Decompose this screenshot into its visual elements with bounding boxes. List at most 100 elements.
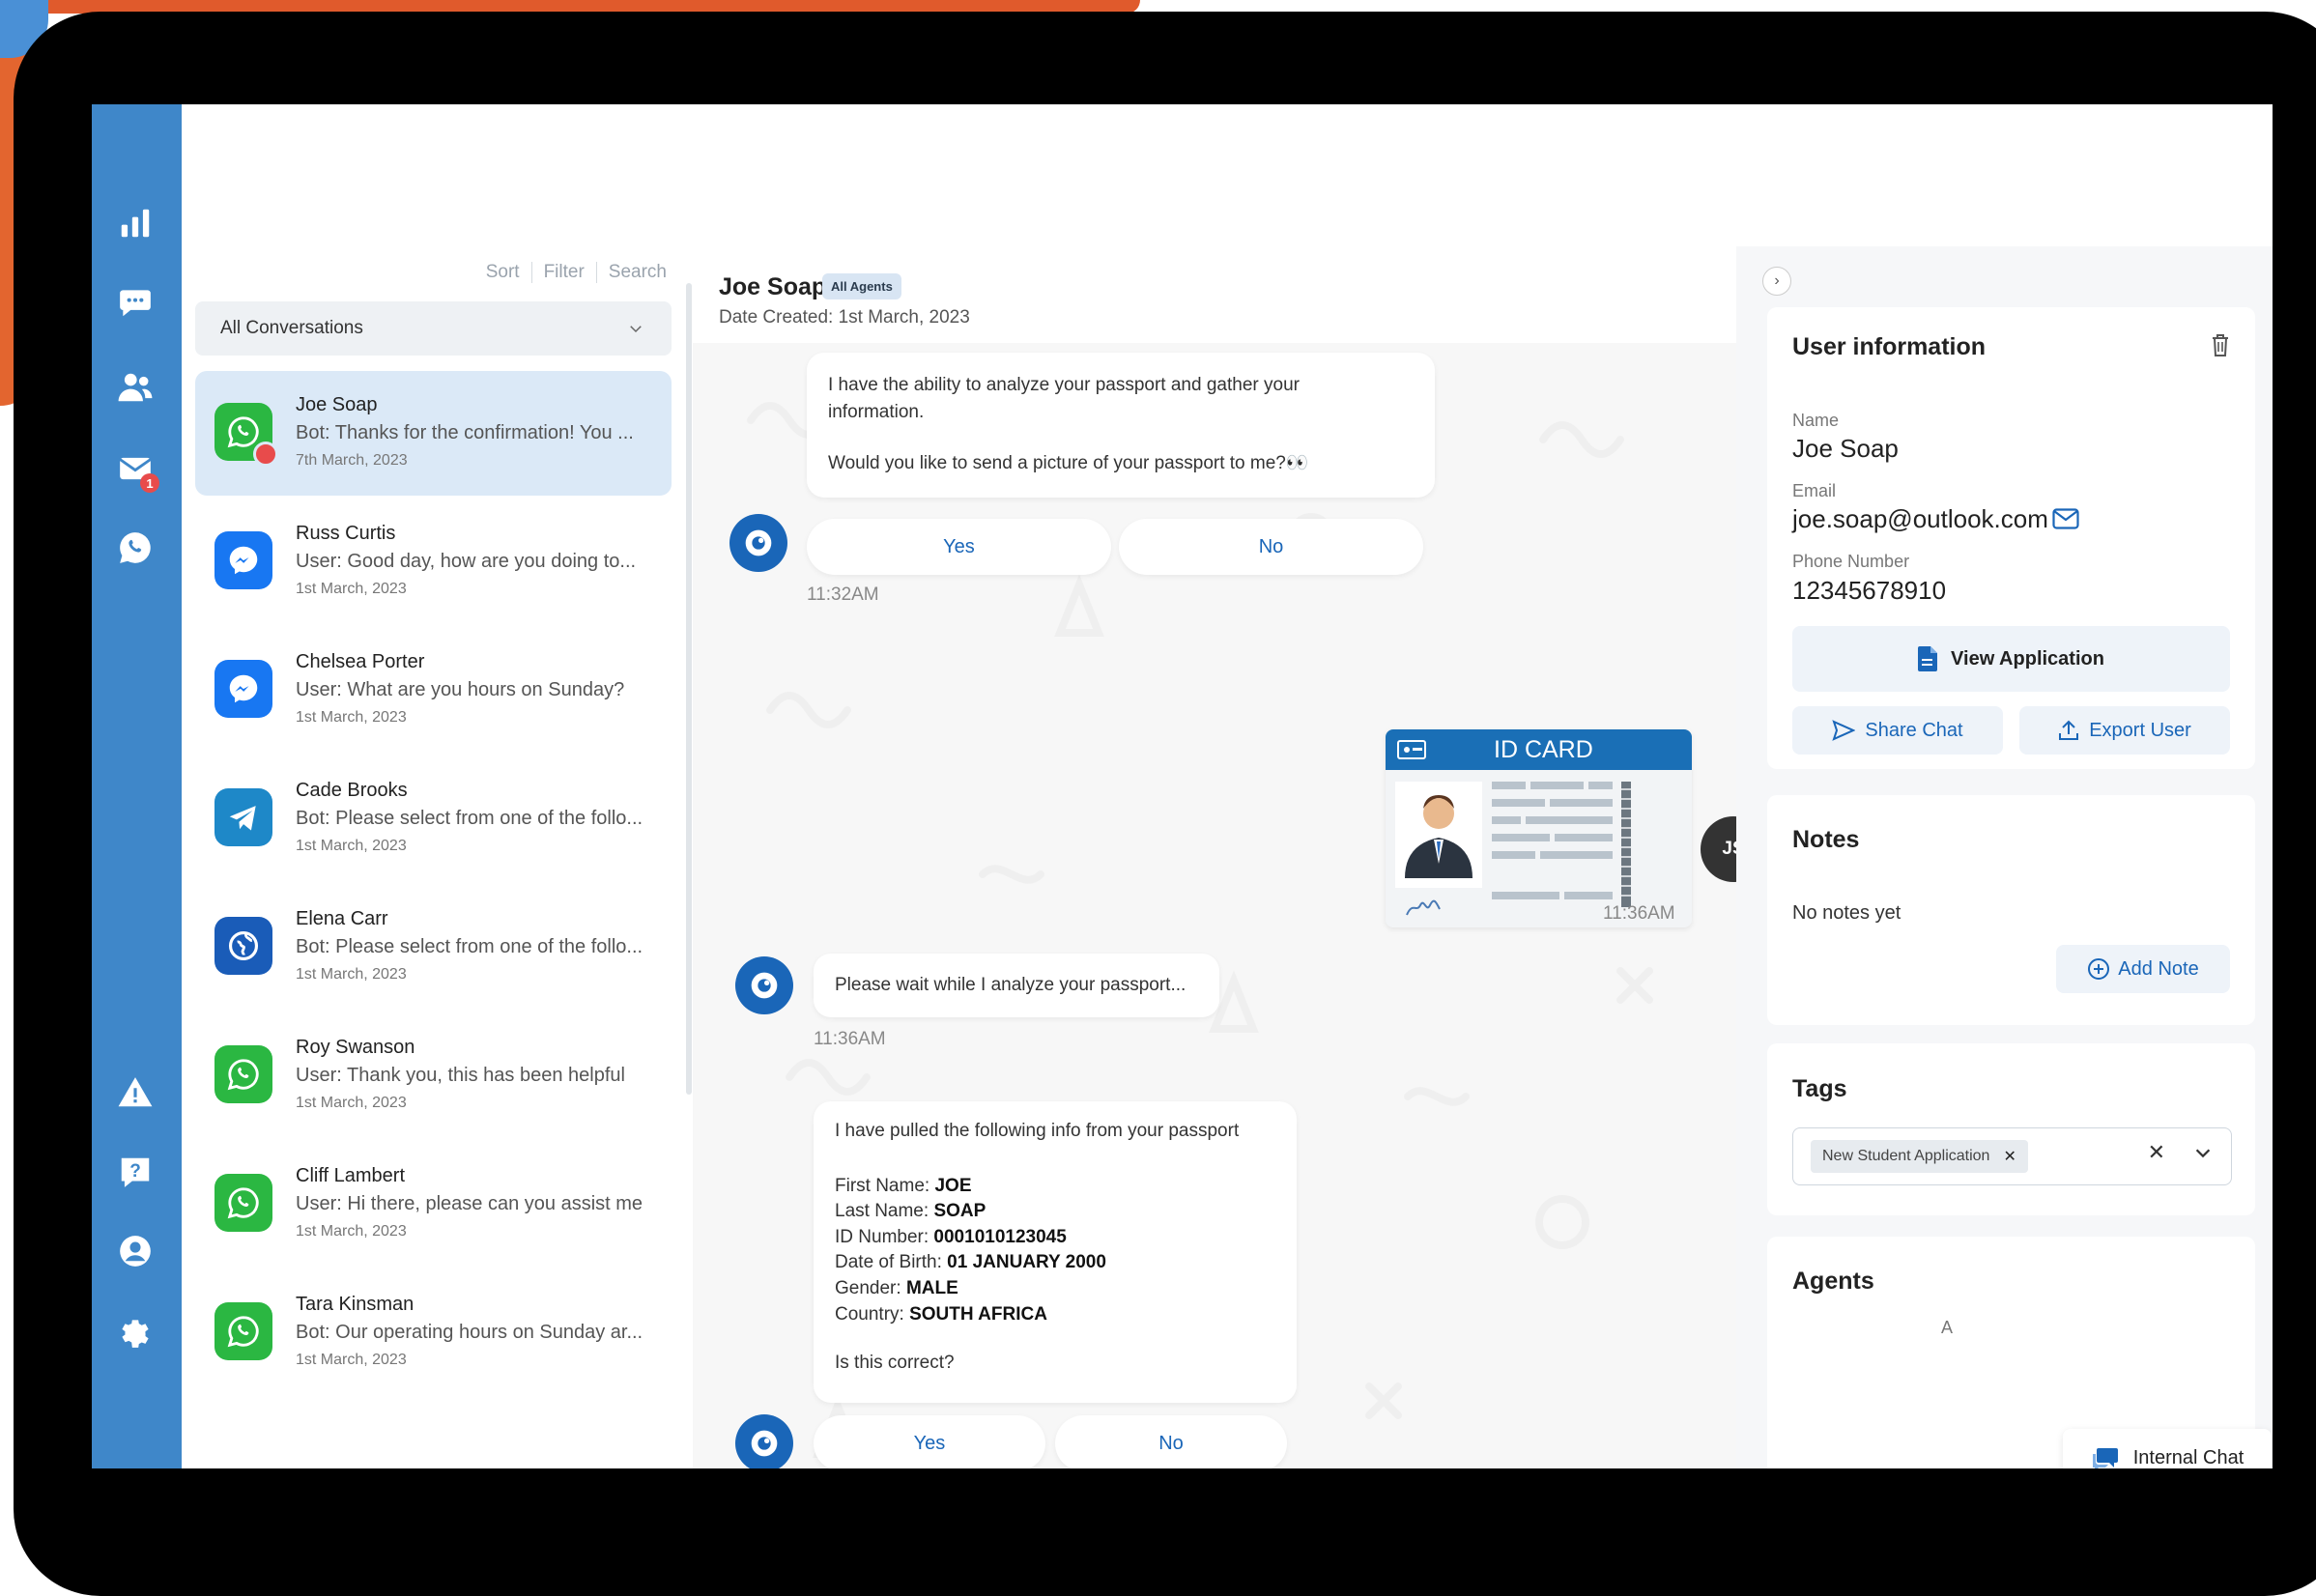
whatsapp-channel-icon: [214, 1045, 272, 1103]
conversation-name: Cliff Lambert: [296, 1165, 406, 1186]
conversation-item[interactable]: Roy Swanson User: Thank you, this has be…: [195, 1013, 672, 1138]
tags-title: Tags: [1792, 1075, 1847, 1102]
conversation-date: 1st March, 2023: [296, 838, 407, 854]
chat-bubble-icon[interactable]: [113, 280, 157, 325]
quick-reply-no[interactable]: No: [1119, 519, 1423, 575]
svg-text:?: ?: [129, 1161, 141, 1182]
conversation-preview: Bot: Our operating hours on Sunday ar...: [296, 1322, 643, 1343]
conversation-item[interactable]: Elena Carr Bot: Please select from one o…: [195, 885, 672, 1010]
conversation-preview: User: Thank you, this has been helpful: [296, 1065, 625, 1086]
conversation-date: 1st March, 2023: [296, 1223, 407, 1240]
clear-tags-icon[interactable]: ✕: [2148, 1140, 2165, 1165]
share-chat-button[interactable]: Share Chat: [1792, 706, 2003, 755]
unread-indicator: [253, 442, 278, 467]
user-circle-icon[interactable]: [113, 1229, 157, 1273]
field-value: 01 JANUARY 2000: [947, 1252, 1106, 1273]
help-icon[interactable]: ?: [113, 1150, 157, 1194]
conversation-filter-value: All Conversations: [220, 318, 363, 338]
message-timestamp: 11:36AM: [814, 1029, 886, 1049]
list-tools: Sort Filter Search: [474, 262, 667, 283]
bot-message-text: I have the ability to analyze your passp…: [828, 375, 1300, 422]
conversation-item[interactable]: Cliff Lambert User: Hi there, please can…: [195, 1142, 672, 1267]
chat-bubbles-icon: [2092, 1448, 2118, 1468]
email-value: joe.soap@outlook.com: [1792, 504, 2048, 533]
quick-reply-no[interactable]: No: [1055, 1415, 1287, 1468]
id-card-image[interactable]: ID CARD: [1386, 729, 1692, 927]
chat-contact-name: Joe Soap: [719, 273, 827, 300]
bot-logo-icon: [751, 972, 778, 999]
conversation-item[interactable]: Joe Soap Bot: Thanks for the confirmatio…: [195, 371, 672, 496]
gear-icon[interactable]: [113, 1310, 157, 1354]
user-information-card: User information Name Joe Soap Email joe…: [1767, 307, 2255, 769]
bot-message-text: I have pulled the following info from yo…: [835, 1121, 1240, 1141]
passport-field: ID Number: 0001010123045: [835, 1225, 1275, 1251]
bar-chart-icon[interactable]: [113, 201, 157, 245]
share-chat-label: Share Chat: [1865, 719, 1963, 741]
field-value: MALE: [905, 1277, 958, 1298]
conversation-preview: Bot: Thanks for the confirmation! You ..…: [296, 422, 634, 443]
collapse-panel-button[interactable]: ›: [1762, 267, 1791, 296]
field-label: ID Number:: [835, 1226, 929, 1247]
field-label: First Name:: [835, 1175, 930, 1196]
view-application-label: View Application: [1951, 647, 2104, 670]
conversation-item[interactable]: Chelsea Porter User: What are you hours …: [195, 628, 672, 753]
conversation-filter-select[interactable]: All Conversations: [195, 301, 672, 356]
tags-select[interactable]: New Student Application ✕ ✕: [1792, 1127, 2232, 1185]
conversation-date: 1st March, 2023: [296, 581, 407, 597]
agents-title: Agents: [1792, 1268, 1874, 1295]
conversation-list-scrollbar[interactable]: [686, 283, 692, 1095]
conversation-date: 1st March, 2023: [296, 966, 407, 983]
view-application-button[interactable]: View Application: [1792, 626, 2230, 692]
passport-field: Last Name: SOAP: [835, 1199, 1275, 1225]
add-note-button[interactable]: Add Note: [2056, 945, 2230, 993]
tags-card: Tags New Student Application ✕ ✕: [1767, 1043, 2255, 1215]
sort-link[interactable]: Sort: [474, 262, 532, 283]
name-label: Name: [1792, 411, 1840, 430]
envelope-icon[interactable]: 1: [113, 446, 159, 493]
whatsapp-channel-icon: [214, 403, 278, 467]
conversation-preview: User: Hi there, please can you assist me: [296, 1193, 643, 1214]
email-icon[interactable]: [2052, 508, 2079, 529]
conversation-date: 1st March, 2023: [296, 1352, 407, 1368]
filter-link[interactable]: Filter: [532, 262, 597, 283]
passport-field: First Name: JOE: [835, 1174, 1275, 1200]
quick-reply-yes[interactable]: Yes: [814, 1415, 1045, 1468]
agent-filter-chip[interactable]: All Agents: [822, 273, 901, 299]
notes-empty-text: No notes yet: [1792, 902, 1901, 924]
chat-date-created: Date Created: 1st March, 2023: [719, 307, 970, 328]
conversation-preview: Bot: Please select from one of the follo…: [296, 808, 643, 829]
chevron-down-icon[interactable]: [2192, 1142, 2214, 1163]
phone-label: Phone Number: [1792, 552, 1910, 571]
conversation-name: Russ Curtis: [296, 523, 396, 544]
send-icon: [1832, 720, 1856, 741]
envelope-badge: 1: [140, 473, 159, 493]
passport-details: First Name: JOE Last Name: SOAP ID Numbe…: [835, 1174, 1275, 1328]
export-user-button[interactable]: Export User: [2019, 706, 2230, 755]
trash-icon[interactable]: [2209, 332, 2232, 357]
bot-avatar: [735, 956, 793, 1014]
conversation-item[interactable]: Cade Brooks Bot: Please select from one …: [195, 756, 672, 881]
plus-circle-icon: [2088, 958, 2110, 980]
bot-message-text: Is this correct?: [835, 1353, 955, 1374]
bot-message-text: Would you like to send a picture of your…: [828, 453, 1309, 474]
internal-chat-button[interactable]: Internal Chat: [2063, 1429, 2272, 1468]
users-icon[interactable]: [113, 365, 157, 410]
telegram-channel-icon: [214, 788, 272, 846]
conversation-item[interactable]: Tara Kinsman Bot: Our operating hours on…: [195, 1270, 672, 1395]
notes-card: Notes No notes yet Add Note: [1767, 795, 2255, 1025]
passport-field: Gender: MALE: [835, 1276, 1275, 1302]
conversation-name: Tara Kinsman: [296, 1294, 415, 1315]
warning-icon[interactable]: [113, 1070, 157, 1115]
quick-reply-yes[interactable]: Yes: [807, 519, 1111, 575]
agents-partial-text: A: [1941, 1318, 1954, 1337]
conversation-preview: User: Good day, how are you doing to...: [296, 551, 637, 572]
export-user-label: Export User: [2089, 719, 2191, 741]
whatsapp-icon[interactable]: [113, 526, 157, 570]
whatsapp-channel-icon: [214, 1302, 272, 1360]
name-value: Joe Soap: [1792, 434, 1899, 463]
internal-chat-label: Internal Chat: [2132, 1446, 2245, 1468]
search-link[interactable]: Search: [597, 262, 667, 283]
chat-header: Joe Soap All Agents Date Created: 1st Ma…: [693, 246, 1736, 343]
remove-tag-icon[interactable]: ✕: [2003, 1147, 2016, 1166]
conversation-item[interactable]: Russ Curtis User: Good day, how are you …: [195, 499, 672, 624]
